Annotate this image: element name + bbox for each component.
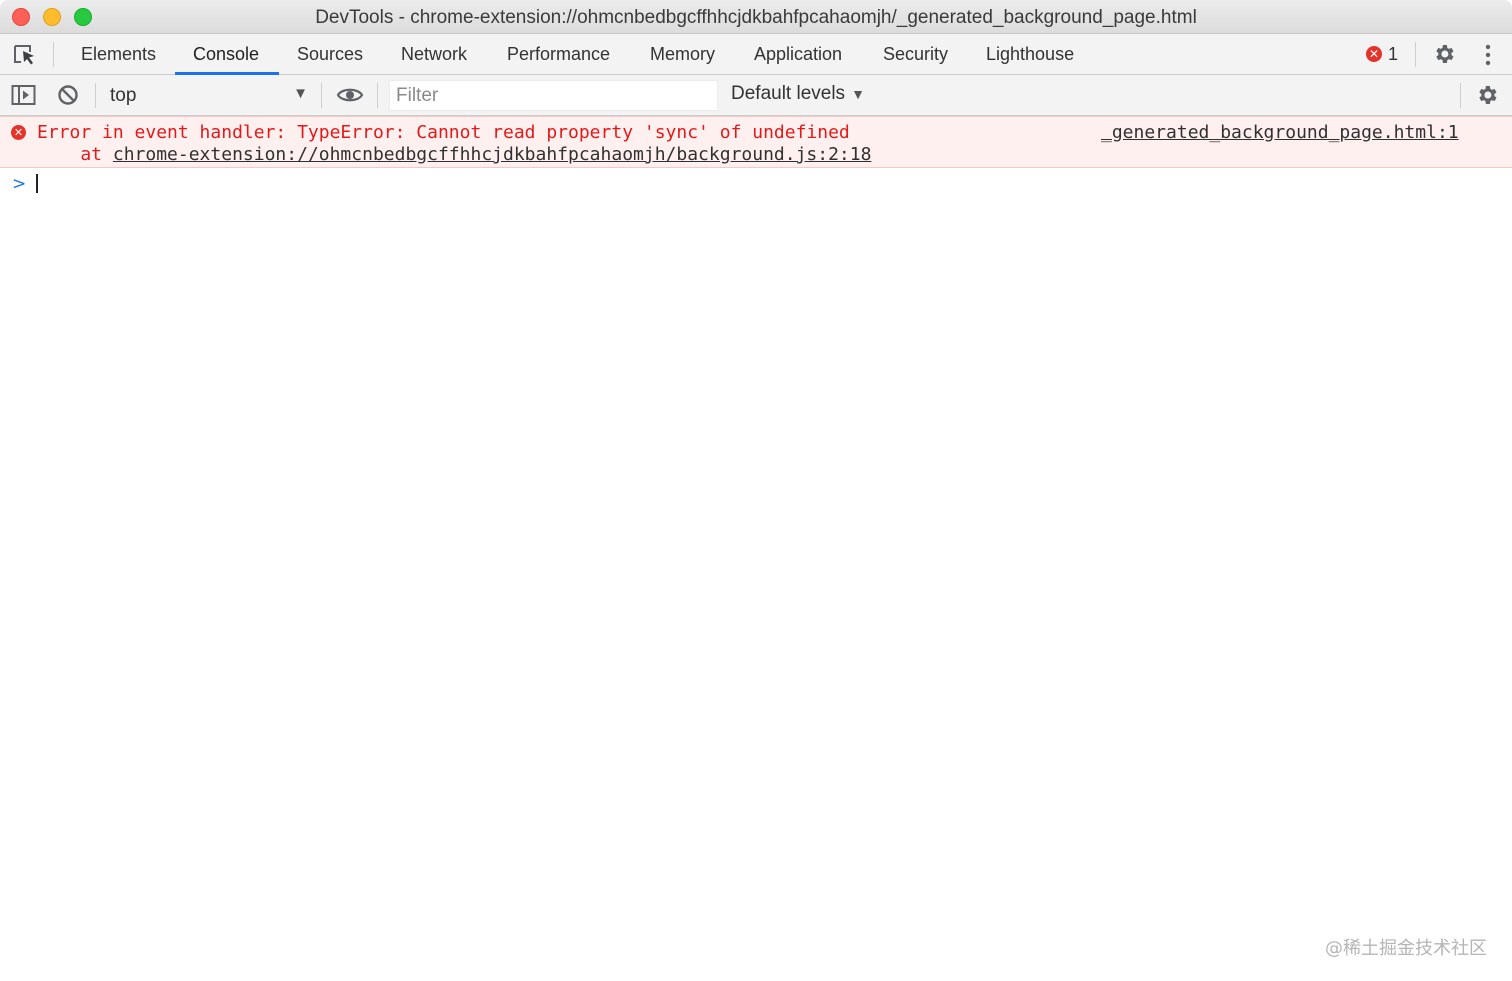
console-toolbar: top ▼ Default levels ▼: [0, 75, 1512, 116]
tab-network[interactable]: Network: [401, 34, 467, 75]
text-caret: [36, 174, 38, 193]
console-input[interactable]: [38, 170, 1498, 198]
error-stack-line: at chrome-extension://ohmcnbedbgcffhhcjd…: [37, 144, 871, 165]
error-icon: ✕: [11, 125, 26, 140]
message-source-link[interactable]: _generated_background_page.html:1: [1101, 122, 1459, 143]
error-count: 1: [1388, 43, 1399, 64]
divider: [377, 83, 378, 108]
divider: [53, 42, 54, 67]
divider: [1415, 42, 1416, 67]
console-prompt-icon: >: [12, 174, 27, 194]
console-settings-gear-icon[interactable]: [1475, 83, 1499, 112]
tab-application[interactable]: Application: [754, 34, 842, 75]
error-count-badge[interactable]: ✕ 1: [1366, 43, 1398, 65]
dropdown-arrow-icon: ▼: [293, 85, 308, 102]
tab-lighthouse[interactable]: Lighthouse: [986, 34, 1074, 75]
error-icon: ✕: [1366, 46, 1382, 62]
title-bar: DevTools - chrome-extension://ohmcnbedbg…: [0, 0, 1512, 34]
watermark: @稀土掘金技术社区: [1325, 938, 1487, 959]
execution-context-value: top: [110, 85, 137, 106]
dropdown-arrow-icon: ▼: [851, 86, 865, 102]
tab-performance[interactable]: Performance: [507, 34, 610, 75]
tab-security[interactable]: Security: [883, 34, 948, 75]
clear-console-icon[interactable]: [57, 84, 79, 111]
tab-memory[interactable]: Memory: [650, 34, 715, 75]
stack-prefix: at: [37, 144, 113, 165]
tab-console[interactable]: Console: [193, 34, 259, 75]
error-text: Error in event handler: TypeError: Canno…: [37, 122, 850, 143]
divider: [1460, 83, 1461, 108]
stack-source-link[interactable]: chrome-extension://ohmcnbedbgcffhhcjdkba…: [113, 144, 872, 165]
show-sidebar-icon[interactable]: [11, 84, 37, 111]
divider: [95, 83, 96, 108]
devtools-window: DevTools - chrome-extension://ohmcnbedbg…: [0, 0, 1512, 981]
panel-tab-bar: Elements Console Sources Network Perform…: [0, 34, 1512, 75]
tab-elements[interactable]: Elements: [81, 34, 156, 75]
gear-icon[interactable]: [1432, 42, 1456, 71]
log-levels-dropdown[interactable]: Default levels ▼: [731, 83, 865, 105]
filter-input[interactable]: [389, 80, 718, 111]
inspect-element-icon[interactable]: [12, 43, 38, 67]
eye-icon[interactable]: [336, 85, 364, 110]
execution-context-select[interactable]: top ▼: [100, 81, 312, 109]
log-levels-label: Default levels: [731, 83, 846, 104]
window-title: DevTools - chrome-extension://ohmcnbedbg…: [315, 7, 1197, 28]
console-error-message: ✕ Error in event handler: TypeError: Can…: [0, 116, 1512, 168]
divider: [321, 83, 322, 108]
tab-sources[interactable]: Sources: [297, 34, 363, 75]
kebab-menu-icon[interactable]: [1480, 43, 1496, 67]
